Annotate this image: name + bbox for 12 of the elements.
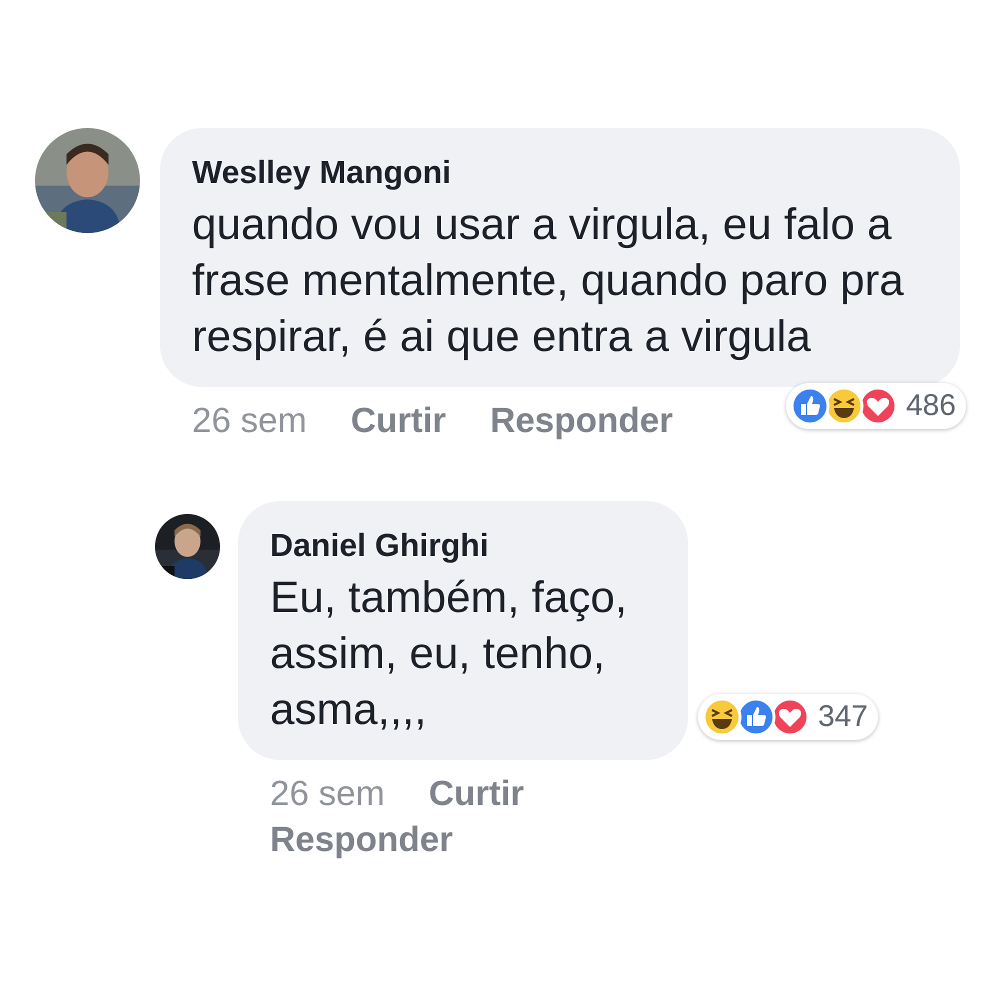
author-name[interactable]: Weslley Mangoni bbox=[192, 154, 908, 191]
action-link[interactable]: Curtir bbox=[350, 401, 446, 441]
author-name[interactable]: Daniel Ghirghi bbox=[270, 527, 654, 564]
comment-text: Eu, também, faço, assim, eu, tenho, asma,,,, bbox=[270, 572, 628, 736]
action-link[interactable]: Responder bbox=[270, 820, 453, 860]
action-link[interactable]: Curtir bbox=[428, 774, 524, 814]
timestamp: 26 sem bbox=[270, 774, 385, 814]
timestamp: 26 sem bbox=[192, 401, 307, 441]
reaction-summary[interactable]: 486 bbox=[786, 383, 966, 429]
action-link[interactable]: Responder bbox=[490, 401, 673, 441]
comment-text: quando vou usar a virgula, eu falo a frase mentalmente, quando paro pra respirar, é ai que entra a virgula bbox=[192, 199, 905, 363]
reaction-summary[interactable]: 347 bbox=[698, 694, 878, 740]
